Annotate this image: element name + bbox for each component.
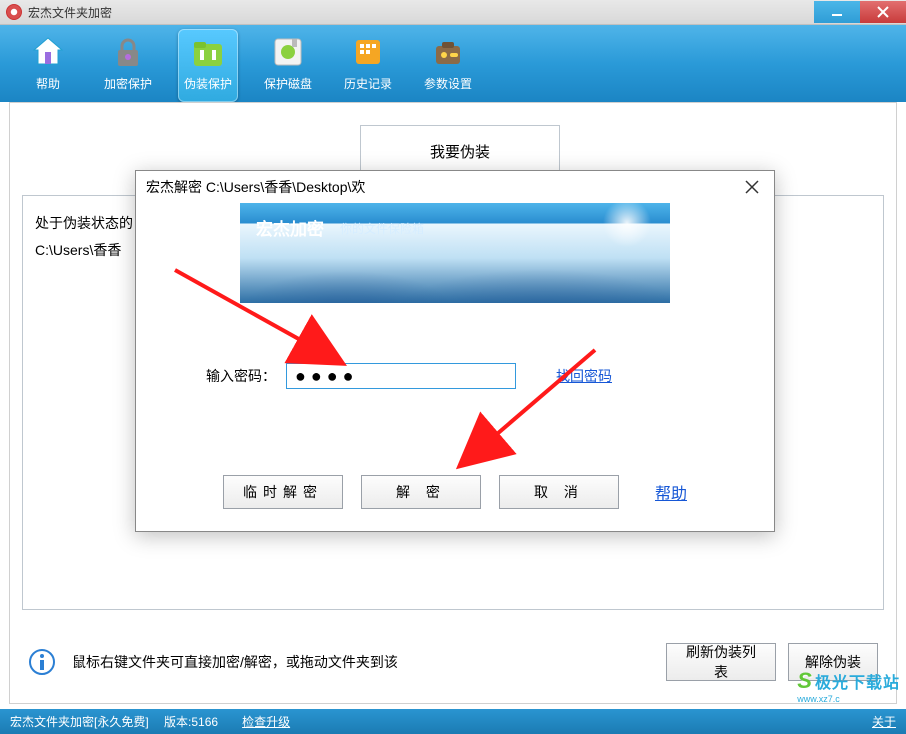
toolbar-history[interactable]: 历史记录: [338, 29, 398, 102]
retrieve-password-link[interactable]: 找回密码: [556, 366, 612, 386]
lock-icon: [106, 31, 150, 73]
password-input[interactable]: [286, 363, 516, 389]
toolbar-label: 参数设置: [424, 75, 472, 92]
toolbar-help[interactable]: 帮助: [18, 29, 78, 102]
close-icon: [745, 180, 759, 194]
history-icon: [346, 31, 390, 73]
title-bar: 宏杰文件夹加密: [0, 0, 906, 25]
disk-icon: [266, 31, 310, 73]
settings-icon: [426, 31, 470, 73]
minimize-button[interactable]: [814, 1, 860, 23]
list-item: C:\Users\香香: [35, 242, 121, 258]
watermark-icon: S: [797, 668, 812, 694]
toolbar-protect-disk[interactable]: 保护磁盘: [258, 29, 318, 102]
dialog-banner: 宏杰加密 你的文件保险箱: [240, 203, 670, 303]
cancel-button[interactable]: 取 消: [499, 475, 619, 509]
footer-bar: 鼠标右键文件夹可直接加密/解密，或拖动文件夹到该 刷新伪装列表 解除伪装: [28, 637, 878, 687]
folder-icon: [186, 31, 230, 73]
toolbar-label: 帮助: [36, 75, 60, 92]
toolbar-label: 历史记录: [344, 75, 392, 92]
watermark-logo: S 极光下载站 www.xz7.c: [797, 668, 900, 704]
decrypt-button[interactable]: 解 密: [361, 475, 481, 509]
toolbar-label: 加密保护: [104, 75, 152, 92]
check-update-link[interactable]: 检查升级: [242, 713, 290, 730]
watermark-url: www.xz7.c: [797, 694, 840, 704]
status-version-label: 版本:: [164, 713, 191, 730]
dialog-header: 宏杰解密 C:\Users\香香\Desktop\欢: [136, 171, 774, 203]
close-button[interactable]: [860, 1, 906, 23]
main-toolbar: 帮助 加密保护 伪装保护 保护磁盘 历史记录 参数设置: [0, 25, 906, 102]
window-controls: [814, 1, 906, 23]
toolbar-settings[interactable]: 参数设置: [418, 29, 478, 102]
temp-decrypt-button[interactable]: 临时解密: [223, 475, 343, 509]
password-label: 输入密码：: [206, 366, 276, 386]
toolbar-disguise[interactable]: 伪装保护: [178, 29, 238, 102]
dialog-help-link[interactable]: 帮助: [655, 480, 687, 504]
info-icon: [28, 648, 56, 676]
close-icon: [877, 6, 889, 18]
dialog-title: 宏杰解密 C:\Users\香香\Desktop\欢: [146, 177, 365, 197]
tab-label: 我要伪装: [430, 141, 490, 162]
hint-text: 鼠标右键文件夹可直接加密/解密，或拖动文件夹到该: [72, 652, 398, 672]
about-link[interactable]: 关于: [872, 713, 896, 730]
status-app: 宏杰文件夹加密: [10, 713, 94, 730]
watermark-name: 极光下载站: [815, 669, 900, 693]
banner-subtitle: 你的文件保险箱: [340, 220, 424, 237]
banner-title: 宏杰加密: [256, 215, 324, 240]
home-icon: [26, 31, 70, 73]
decrypt-dialog: 宏杰解密 C:\Users\香香\Desktop\欢 宏杰加密 你的文件保险箱 …: [135, 170, 775, 532]
toolbar-label: 伪装保护: [184, 75, 232, 92]
status-version: 5166: [191, 715, 218, 729]
minimize-icon: [831, 6, 843, 18]
status-free: [永久免费]: [94, 713, 149, 730]
dialog-close-button[interactable]: [740, 175, 764, 199]
window-title: 宏杰文件夹加密: [28, 4, 112, 21]
app-icon: [6, 4, 22, 20]
status-bar: 宏杰文件夹加密 [永久免费] 版本: 5166 检查升级 关于: [0, 709, 906, 734]
toolbar-label: 保护磁盘: [264, 75, 312, 92]
toolbar-encrypt[interactable]: 加密保护: [98, 29, 158, 102]
list-header: 处于伪装状态的: [35, 215, 133, 231]
refresh-list-button[interactable]: 刷新伪装列表: [666, 643, 776, 681]
